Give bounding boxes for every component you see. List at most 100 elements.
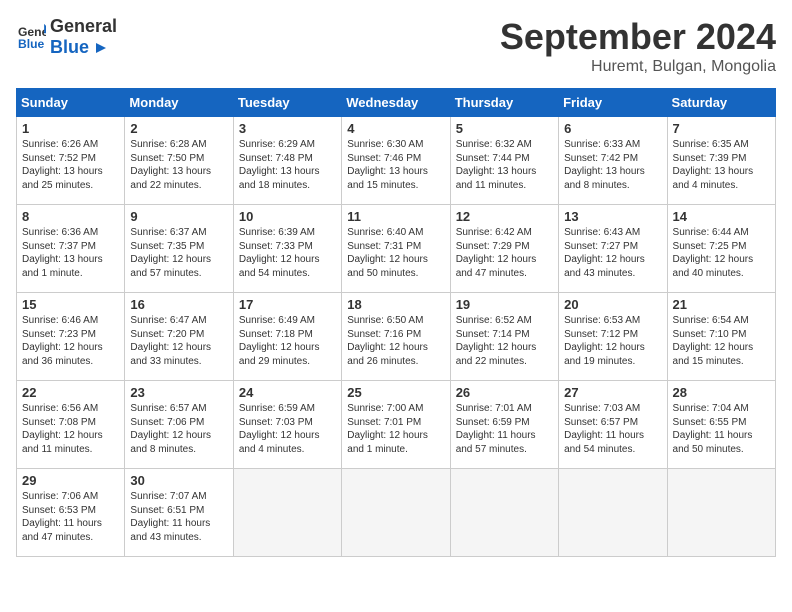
- logo-icon: General Blue: [18, 23, 46, 51]
- calendar-cell: 4 Sunrise: 6:30 AM Sunset: 7:46 PM Daylig…: [342, 117, 450, 205]
- day-number: 20: [564, 297, 661, 312]
- calendar-cell: [233, 469, 341, 557]
- calendar-cell: 8Sunrise: 6:36 AM Sunset: 7:37 PM Daylig…: [17, 205, 125, 293]
- cell-info: Sunrise: 6:35 AM Sunset: 7:39 PM Dayligh…: [673, 138, 770, 192]
- month-title: September 2024: [500, 16, 776, 58]
- cell-info: Sunrise: 6:26 AM Sunset: 7:52 PM Dayligh…: [22, 138, 119, 192]
- logo-blue: Blue: [50, 37, 117, 58]
- day-number: 3: [239, 121, 336, 136]
- page-header: General Blue General Blue September 2024…: [16, 16, 776, 76]
- table-row: 22Sunrise: 6:56 AM Sunset: 7:08 PM Dayli…: [17, 381, 776, 469]
- col-wednesday: Wednesday: [342, 89, 450, 117]
- cell-info: Sunrise: 6:44 AM Sunset: 7:25 PM Dayligh…: [673, 226, 770, 280]
- day-number: 17: [239, 297, 336, 312]
- calendar-cell: 10 Sunrise: 6:39 AM Sunset: 7:33 PM Dayli…: [233, 205, 341, 293]
- day-number: 24: [239, 385, 336, 400]
- cell-info: Sunrise: 6:39 AM Sunset: 7:33 PM Dayligh…: [239, 226, 336, 280]
- calendar-cell: 7 Sunrise: 6:35 AM Sunset: 7:39 PM Daylig…: [667, 117, 775, 205]
- cell-info: Sunrise: 7:07 AM Sunset: 6:51 PM Dayligh…: [130, 490, 227, 544]
- cell-info: Sunrise: 6:54 AM Sunset: 7:10 PM Dayligh…: [673, 314, 770, 368]
- calendar-cell: 6 Sunrise: 6:33 AM Sunset: 7:42 PM Daylig…: [559, 117, 667, 205]
- cell-info: Sunrise: 6:53 AM Sunset: 7:12 PM Dayligh…: [564, 314, 661, 368]
- calendar-cell: 13Sunrise: 6:43 AM Sunset: 7:27 PM Dayli…: [559, 205, 667, 293]
- cell-info: Sunrise: 6:33 AM Sunset: 7:42 PM Dayligh…: [564, 138, 661, 192]
- calendar-cell: 20 Sunrise: 6:53 AM Sunset: 7:12 PM Dayli…: [559, 293, 667, 381]
- table-row: 8Sunrise: 6:36 AM Sunset: 7:37 PM Daylig…: [17, 205, 776, 293]
- day-number: 9: [130, 209, 227, 224]
- cell-info: Sunrise: 6:46 AM Sunset: 7:23 PM Dayligh…: [22, 314, 119, 368]
- calendar-cell: 14 Sunrise: 6:44 AM Sunset: 7:25 PM Dayli…: [667, 205, 775, 293]
- calendar-cell: 23 Sunrise: 6:57 AM Sunset: 7:06 PM Dayli…: [125, 381, 233, 469]
- cell-info: Sunrise: 7:03 AM Sunset: 6:57 PM Dayligh…: [564, 402, 661, 456]
- calendar-cell: 1 Sunrise: 6:26 AM Sunset: 7:52 PM Daylig…: [17, 117, 125, 205]
- calendar-cell: 27Sunrise: 7:03 AM Sunset: 6:57 PM Dayli…: [559, 381, 667, 469]
- day-number: 13: [564, 209, 661, 224]
- calendar-cell: [667, 469, 775, 557]
- cell-info: Sunrise: 6:29 AM Sunset: 7:48 PM Dayligh…: [239, 138, 336, 192]
- cell-info: Sunrise: 6:47 AM Sunset: 7:20 PM Dayligh…: [130, 314, 227, 368]
- cell-info: Sunrise: 6:49 AM Sunset: 7:18 PM Dayligh…: [239, 314, 336, 368]
- day-number: 21: [673, 297, 770, 312]
- location: Huremt, Bulgan, Mongolia: [500, 58, 776, 76]
- day-number: 6: [564, 121, 661, 136]
- day-number: 14: [673, 209, 770, 224]
- cell-info: Sunrise: 6:59 AM Sunset: 7:03 PM Dayligh…: [239, 402, 336, 456]
- calendar-cell: 11Sunrise: 6:40 AM Sunset: 7:31 PM Dayli…: [342, 205, 450, 293]
- cell-info: Sunrise: 6:40 AM Sunset: 7:31 PM Dayligh…: [347, 226, 444, 280]
- cell-info: Sunrise: 6:42 AM Sunset: 7:29 PM Dayligh…: [456, 226, 553, 280]
- day-number: 30: [130, 473, 227, 488]
- calendar-cell: 16 Sunrise: 6:47 AM Sunset: 7:20 PM Dayli…: [125, 293, 233, 381]
- table-row: 1 Sunrise: 6:26 AM Sunset: 7:52 PM Daylig…: [17, 117, 776, 205]
- calendar-cell: 2Sunrise: 6:28 AM Sunset: 7:50 PM Daylig…: [125, 117, 233, 205]
- cell-info: Sunrise: 6:36 AM Sunset: 7:37 PM Dayligh…: [22, 226, 119, 280]
- header-row: Sunday Monday Tuesday Wednesday Thursday…: [17, 89, 776, 117]
- logo-arrow: [94, 41, 108, 55]
- calendar-cell: 26Sunrise: 7:01 AM Sunset: 6:59 PM Dayli…: [450, 381, 558, 469]
- day-number: 10: [239, 209, 336, 224]
- cell-info: Sunrise: 6:50 AM Sunset: 7:16 PM Dayligh…: [347, 314, 444, 368]
- calendar-cell: [559, 469, 667, 557]
- calendar-table: Sunday Monday Tuesday Wednesday Thursday…: [16, 88, 776, 557]
- cell-info: Sunrise: 6:56 AM Sunset: 7:08 PM Dayligh…: [22, 402, 119, 456]
- calendar-cell: 24 Sunrise: 6:59 AM Sunset: 7:03 PM Dayli…: [233, 381, 341, 469]
- title-block: September 2024 Huremt, Bulgan, Mongolia: [500, 16, 776, 76]
- cell-info: Sunrise: 6:37 AM Sunset: 7:35 PM Dayligh…: [130, 226, 227, 280]
- day-number: 16: [130, 297, 227, 312]
- logo-general: General: [50, 16, 117, 37]
- calendar-cell: 28 Sunrise: 7:04 AM Sunset: 6:55 PM Dayli…: [667, 381, 775, 469]
- table-row: 29 Sunrise: 7:06 AM Sunset: 6:53 PM Dayli…: [17, 469, 776, 557]
- col-sunday: Sunday: [17, 89, 125, 117]
- day-number: 15: [22, 297, 119, 312]
- calendar-cell: [342, 469, 450, 557]
- day-number: 23: [130, 385, 227, 400]
- day-number: 29: [22, 473, 119, 488]
- day-number: 28: [673, 385, 770, 400]
- day-number: 5: [456, 121, 553, 136]
- day-number: 7: [673, 121, 770, 136]
- col-thursday: Thursday: [450, 89, 558, 117]
- cell-info: Sunrise: 6:30 AM Sunset: 7:46 PM Dayligh…: [347, 138, 444, 192]
- cell-info: Sunrise: 6:52 AM Sunset: 7:14 PM Dayligh…: [456, 314, 553, 368]
- col-monday: Monday: [125, 89, 233, 117]
- col-tuesday: Tuesday: [233, 89, 341, 117]
- day-number: 4: [347, 121, 444, 136]
- calendar-cell: 30 Sunrise: 7:07 AM Sunset: 6:51 PM Dayli…: [125, 469, 233, 557]
- table-row: 15 Sunrise: 6:46 AM Sunset: 7:23 PM Dayli…: [17, 293, 776, 381]
- day-number: 2: [130, 121, 227, 136]
- calendar-cell: 19Sunrise: 6:52 AM Sunset: 7:14 PM Dayli…: [450, 293, 558, 381]
- logo: General Blue General Blue: [16, 16, 117, 57]
- day-number: 1: [22, 121, 119, 136]
- col-saturday: Saturday: [667, 89, 775, 117]
- cell-info: Sunrise: 7:06 AM Sunset: 6:53 PM Dayligh…: [22, 490, 119, 544]
- calendar-cell: 17 Sunrise: 6:49 AM Sunset: 7:18 PM Dayli…: [233, 293, 341, 381]
- cell-info: Sunrise: 7:04 AM Sunset: 6:55 PM Dayligh…: [673, 402, 770, 456]
- calendar-cell: 18Sunrise: 6:50 AM Sunset: 7:16 PM Dayli…: [342, 293, 450, 381]
- calendar-cell: 5Sunrise: 6:32 AM Sunset: 7:44 PM Daylig…: [450, 117, 558, 205]
- col-friday: Friday: [559, 89, 667, 117]
- cell-info: Sunrise: 6:57 AM Sunset: 7:06 PM Dayligh…: [130, 402, 227, 456]
- cell-info: Sunrise: 7:01 AM Sunset: 6:59 PM Dayligh…: [456, 402, 553, 456]
- day-number: 12: [456, 209, 553, 224]
- calendar-cell: 22Sunrise: 6:56 AM Sunset: 7:08 PM Dayli…: [17, 381, 125, 469]
- calendar-cell: 3 Sunrise: 6:29 AM Sunset: 7:48 PM Daylig…: [233, 117, 341, 205]
- svg-text:Blue: Blue: [18, 37, 45, 51]
